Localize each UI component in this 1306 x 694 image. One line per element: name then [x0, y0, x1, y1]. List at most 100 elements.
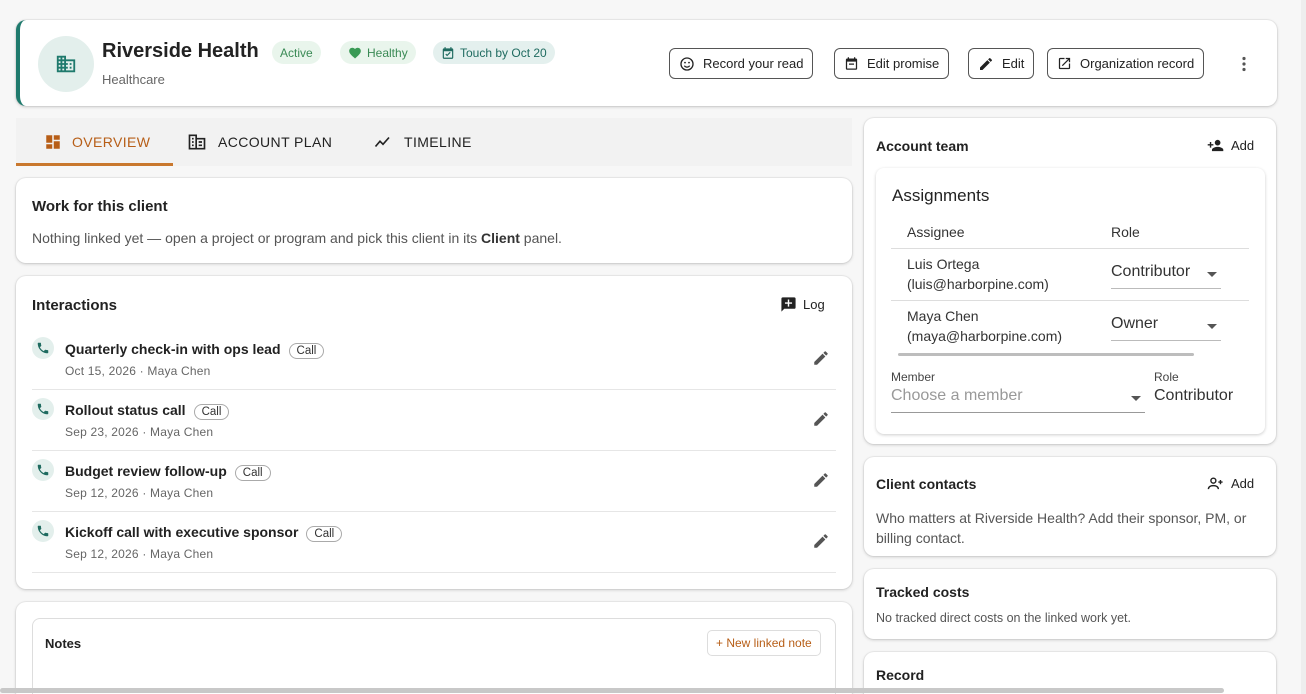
organization-record-button[interactable]: Organization record	[1047, 48, 1205, 79]
trending-icon	[374, 136, 390, 148]
add-label: Add	[1231, 476, 1255, 491]
dropdown-caret-icon	[1207, 272, 1217, 277]
touch-by-label: Touch by Oct 20	[460, 45, 547, 60]
member-select[interactable]: Choose a member	[891, 387, 1145, 413]
interaction-title: Rollout status call Call	[65, 402, 230, 420]
tab-account-plan[interactable]: ACCOUNT PLAN	[186, 118, 332, 166]
tab-timeline-label: TIMELINE	[404, 134, 472, 150]
phone-icon	[32, 459, 54, 481]
col-role-header: Role	[1111, 224, 1140, 240]
work-card: Work for this client Nothing linked yet …	[16, 178, 852, 263]
tab-timeline[interactable]: TIMELINE	[372, 118, 472, 166]
status-badge-label: Active	[280, 45, 313, 60]
edit-interaction-icon[interactable]	[812, 349, 830, 367]
person-add-outline-icon	[1207, 477, 1223, 490]
person-add-icon	[1207, 139, 1224, 152]
interaction-row[interactable]: Budget review follow-up Call Sep 12, 2026…	[32, 451, 836, 512]
work-title: Work for this client	[32, 198, 168, 215]
tab-bar: OVERVIEW ACCOUNT PLAN TIMELINE	[16, 118, 852, 166]
edit-button[interactable]: Edit	[968, 48, 1035, 79]
interaction-meta: Sep 23, 2026 · Maya Chen	[65, 425, 214, 439]
add-contact-button[interactable]: Add	[1206, 475, 1254, 492]
phone-icon	[32, 398, 54, 420]
record-read-button[interactable]: Record your read	[669, 48, 814, 79]
tracked-costs-title: Tracked costs	[876, 584, 970, 600]
interactions-title: Interactions	[32, 297, 118, 314]
notes-card: Notes + New linked note	[32, 618, 836, 694]
dropdown-caret-icon	[1131, 396, 1141, 401]
notes-outer-card: Notes + New linked note	[16, 602, 852, 694]
domain-icon	[188, 134, 206, 150]
interaction-meta: Sep 12, 2026 · Maya Chen	[65, 486, 214, 500]
page-title: Riverside Health	[102, 40, 259, 62]
role-label: Role	[1154, 370, 1179, 384]
edit-interaction-icon[interactable]	[812, 532, 830, 550]
building-icon	[38, 36, 94, 92]
edit-promise-button[interactable]: Edit promise	[834, 48, 950, 79]
interactions-card: Interactions Log Quarterly check-in with…	[16, 276, 852, 589]
new-linked-note-button[interactable]: + New linked note	[707, 630, 821, 656]
add-team-member-button[interactable]: Add	[1206, 137, 1254, 154]
client-contacts-title: Client contacts	[876, 476, 977, 492]
add-comment-icon	[781, 297, 796, 312]
client-header: Riverside Health Healthcare Active Healt…	[16, 20, 1277, 106]
interaction-title: Kickoff call with executive sponsor Call	[65, 524, 343, 542]
interaction-title: Quarterly check-in with ops lead Call	[65, 341, 325, 359]
heart-icon	[349, 47, 361, 58]
smile-icon	[680, 56, 694, 71]
page-horizontal-scrollbar[interactable]	[0, 688, 1224, 693]
assignments-title: Assignments	[892, 186, 990, 205]
page-vertical-scrollbar[interactable]	[1301, 0, 1306, 694]
edit-interaction-icon[interactable]	[812, 471, 830, 489]
health-badge-label: Healthy	[367, 45, 408, 60]
health-badge: Healthy	[340, 41, 416, 64]
new-role-select[interactable]: Contributor	[1154, 387, 1262, 413]
edit-interaction-icon[interactable]	[812, 410, 830, 428]
open-external-icon	[1058, 57, 1071, 70]
work-empty-text: Nothing linked yet — open a project or p…	[32, 230, 562, 246]
phone-icon	[32, 520, 54, 542]
role-select[interactable]: Contributor	[1111, 263, 1221, 289]
tab-overview-label: OVERVIEW	[72, 134, 151, 150]
account-team-title: Account team	[876, 138, 969, 154]
pencil-icon	[980, 57, 993, 70]
interaction-type-chip: Call	[306, 526, 343, 542]
tab-overview[interactable]: OVERVIEW	[44, 118, 150, 166]
interaction-type-chip: Call	[193, 404, 230, 420]
interaction-title: Budget review follow-up Call	[65, 463, 271, 481]
assignments-card: Assignments Assignee Role Luis Ortega (lu…	[876, 168, 1265, 434]
interaction-meta: Oct 15, 2026 · Maya Chen	[65, 364, 211, 378]
tab-account-plan-label: ACCOUNT PLAN	[218, 134, 333, 150]
record-title: Record	[876, 667, 925, 683]
table-divider	[891, 248, 1249, 249]
log-button[interactable]: Log	[780, 296, 825, 313]
interaction-meta: Sep 12, 2026 · Maya Chen	[65, 547, 214, 561]
interaction-type-chip: Call	[288, 343, 325, 359]
calendar-check-icon	[442, 46, 454, 59]
col-assignee-header: Assignee	[907, 224, 965, 240]
dropdown-caret-icon	[1207, 324, 1217, 329]
status-badge-active: Active	[272, 41, 321, 64]
tracked-costs-text: No tracked direct costs on the linked wo…	[876, 611, 1131, 625]
notes-title: Notes	[45, 636, 82, 651]
interaction-row[interactable]: Kickoff call with executive sponsor Call …	[32, 512, 836, 573]
calendar-edit-icon	[845, 57, 858, 70]
organization-record-label: Organization record	[1080, 56, 1195, 71]
touch-by-badge: Touch by Oct 20	[433, 41, 555, 64]
more-vert-icon[interactable]	[1241, 56, 1247, 72]
member-label: Member	[891, 370, 936, 384]
role-select[interactable]: Owner	[1111, 315, 1221, 341]
edit-label: Edit	[1002, 56, 1025, 71]
interaction-type-chip: Call	[234, 465, 271, 481]
horizontal-scrollbar[interactable]	[898, 353, 1194, 356]
assignee-cell: Luis Ortega (luis@harborpine.com)	[907, 256, 1049, 292]
client-contacts-card: Client contacts Add Who matters at River…	[864, 457, 1276, 556]
record-read-label: Record your read	[703, 56, 804, 71]
log-label: Log	[803, 297, 825, 312]
assignee-cell: Maya Chen (maya@harborpine.com)	[907, 308, 1063, 344]
interaction-row[interactable]: Quarterly check-in with ops lead Call Oct…	[32, 329, 836, 390]
add-label: Add	[1231, 138, 1255, 153]
dashboard-icon	[46, 135, 60, 149]
interaction-row[interactable]: Rollout status call Call Sep 23, 2026 · M…	[32, 390, 836, 451]
tracked-costs-card: Tracked costs No tracked direct costs on…	[864, 569, 1276, 639]
